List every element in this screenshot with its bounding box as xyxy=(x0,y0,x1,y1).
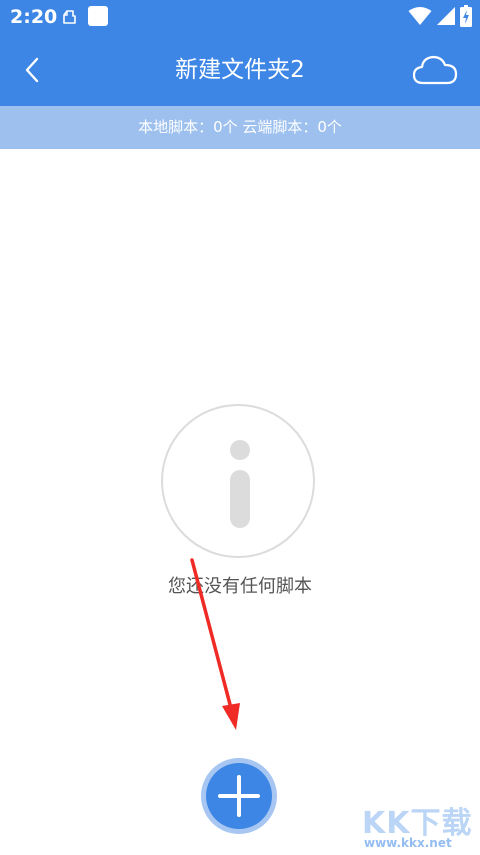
script-count-strip: 本地脚本：0个 云端脚本：0个 xyxy=(0,106,480,149)
chevron-left-icon xyxy=(25,57,39,83)
watermark: KK下载 www.kkx.net xyxy=(356,798,476,854)
page-title: 新建文件夹2 xyxy=(175,57,305,83)
plus-icon xyxy=(218,775,260,817)
empty-message: 您还没有任何脚本 xyxy=(168,576,312,597)
info-icon-bar xyxy=(230,470,250,528)
signal-icon xyxy=(437,7,455,25)
notification-icon xyxy=(63,10,76,24)
title-bar: 新建文件夹2 xyxy=(0,34,480,106)
back-button[interactable] xyxy=(10,48,54,92)
add-button-inner xyxy=(206,763,272,829)
watermark-url: www.kkx.net xyxy=(364,836,452,850)
add-script-button[interactable] xyxy=(201,758,277,834)
wifi-icon xyxy=(408,7,432,25)
info-icon xyxy=(161,404,315,558)
status-time: 2:20 xyxy=(10,6,58,28)
screen: 2:20 新建文件夹2 本地脚本：0个 云端脚本：0个 您还没有任何脚本 KK下… xyxy=(0,0,480,855)
cloud-button[interactable] xyxy=(406,48,464,92)
square-app-icon xyxy=(88,6,108,26)
cloud-icon xyxy=(412,55,458,85)
battery-icon xyxy=(460,5,472,27)
status-bar: 2:20 xyxy=(0,0,480,34)
info-icon-dot xyxy=(230,440,250,460)
